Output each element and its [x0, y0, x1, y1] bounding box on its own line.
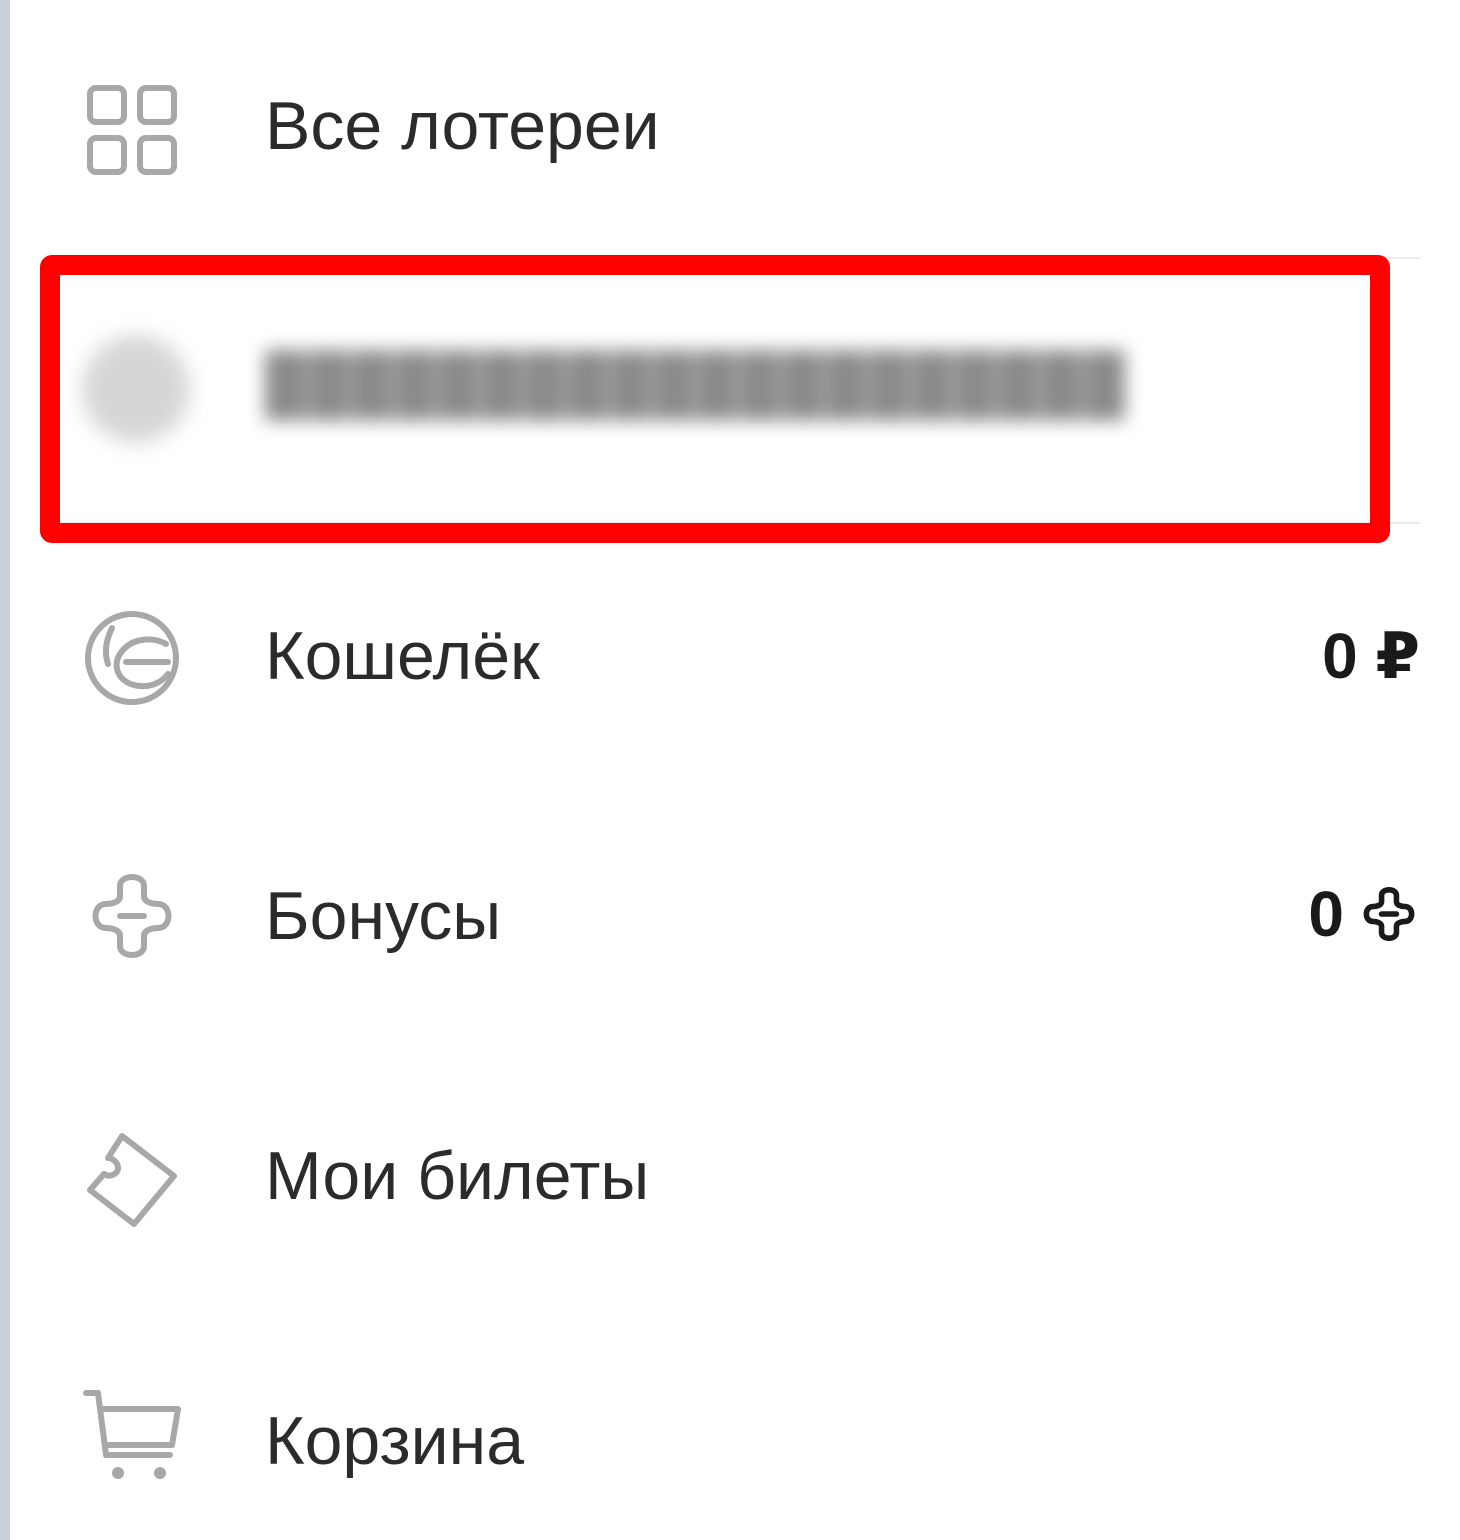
menu-item-bonuses[interactable]: Бонусы 0	[60, 840, 1420, 990]
menu-label-cart: Корзина	[265, 1403, 525, 1479]
menu-label-bonuses: Бонусы	[265, 878, 502, 954]
avatar-icon	[82, 335, 190, 443]
ticket-icon	[87, 1133, 177, 1227]
wallet-icon	[85, 611, 179, 705]
menu-item-cart[interactable]: Корзина	[60, 1365, 1420, 1515]
drawer-left-edge	[0, 0, 10, 1540]
menu-label-my-tickets: Мои билеты	[265, 1138, 650, 1214]
bonus-balance-value: 0	[1308, 878, 1344, 950]
bonus-icon	[92, 874, 172, 958]
divider	[60, 522, 1420, 524]
menu-item-all-lotteries[interactable]: Все лотереи	[60, 50, 1420, 200]
bonus-currency-icon	[1363, 887, 1415, 941]
cart-icon	[83, 1390, 181, 1479]
menu-item-wallet[interactable]: Кошелёк 0 ₽	[60, 580, 1420, 730]
bonus-balance: 0	[1308, 882, 1420, 946]
menu-label-all-lotteries: Все лотереи	[265, 88, 660, 164]
divider	[60, 257, 1420, 259]
menu-item-my-tickets[interactable]: Мои билеты	[60, 1100, 1420, 1250]
wallet-balance: 0 ₽	[1322, 620, 1420, 692]
grid-icon	[87, 85, 177, 175]
menu-label-wallet: Кошелёк	[265, 618, 540, 694]
account-email-blurred: ████████████████████	[265, 351, 1127, 416]
